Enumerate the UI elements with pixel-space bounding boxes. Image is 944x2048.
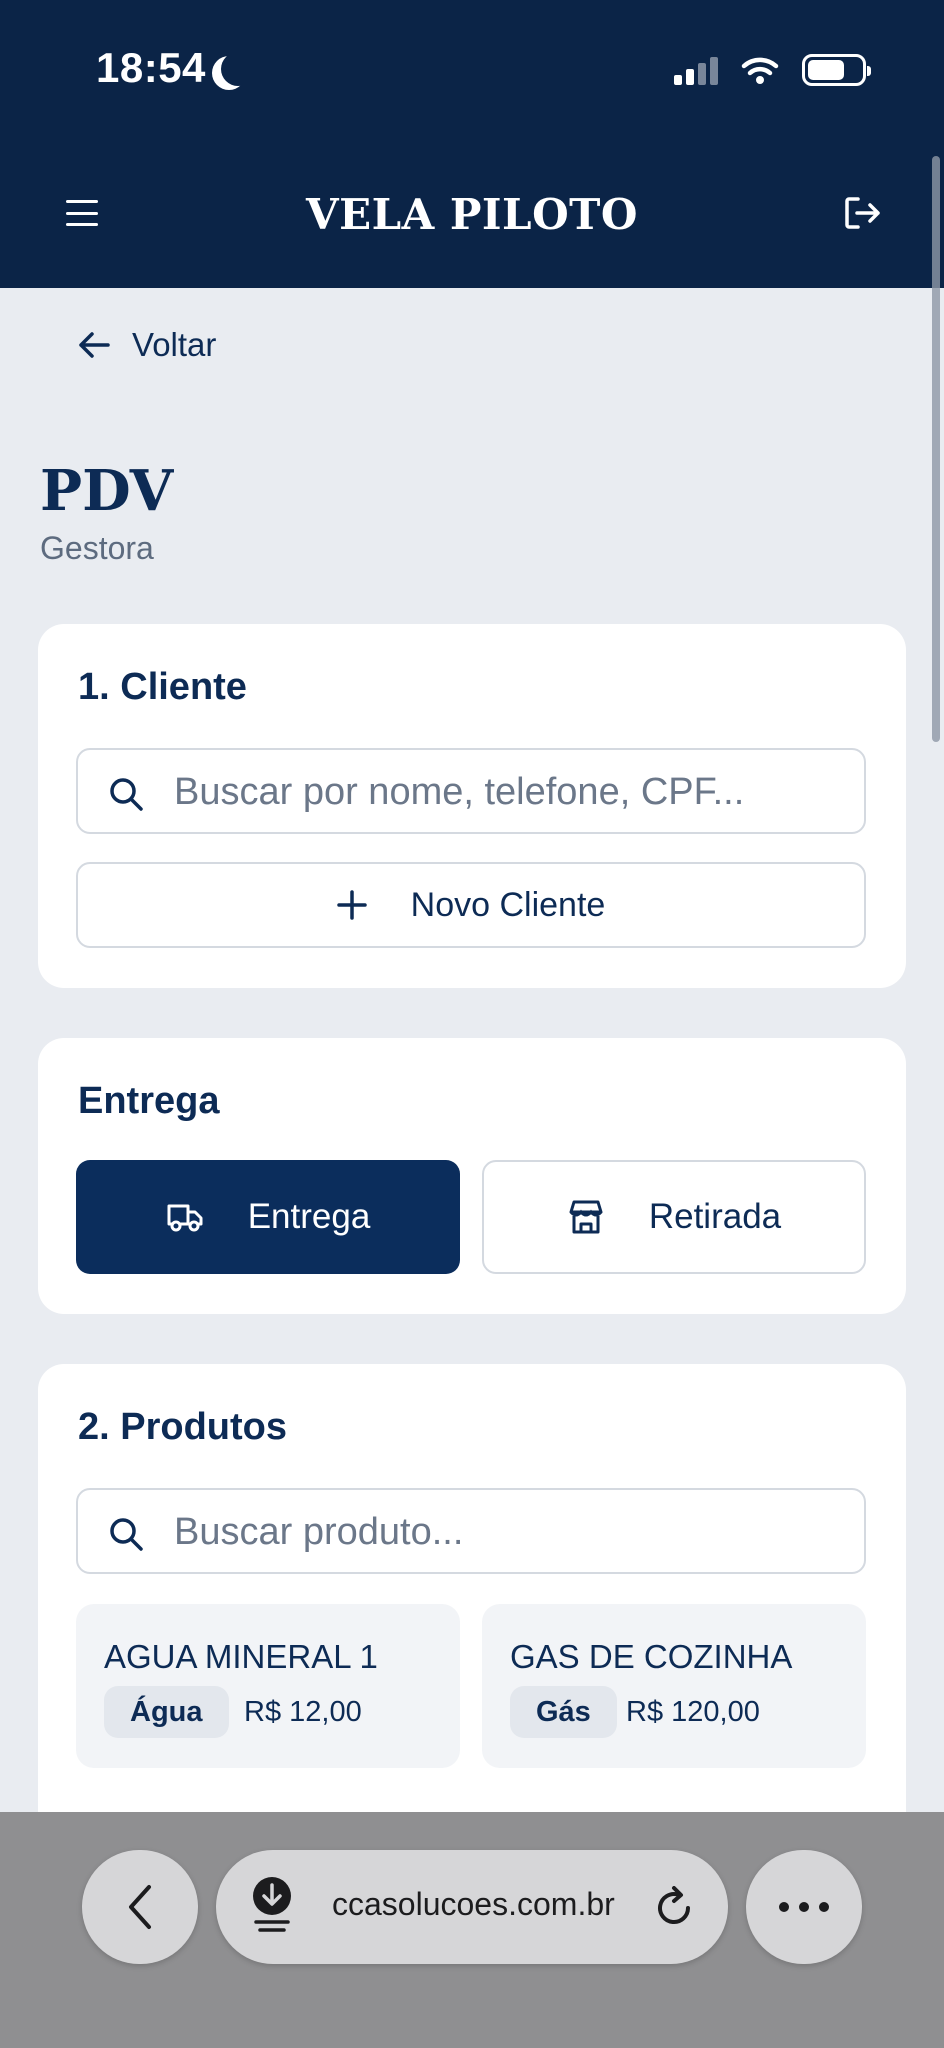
delivery-option-button[interactable]: Entrega	[76, 1160, 460, 1274]
entrega-title: Entrega	[78, 1080, 220, 1122]
produtos-title: 2. Produtos	[78, 1406, 288, 1448]
url-text: ccasolucoes.com.br	[332, 1886, 615, 1922]
delivery-option-label: Entrega	[247, 1197, 371, 1236]
product-price: R$ 12,00	[244, 1696, 362, 1728]
search-icon	[110, 1518, 143, 1551]
product-name: AGUA MINERAL 1	[104, 1638, 378, 1675]
scrollbar[interactable]	[932, 156, 940, 742]
product-category-badge: Água	[104, 1686, 229, 1738]
browser-toolbar: ccasolucoes.com.br	[0, 1812, 944, 2048]
battery-icon	[802, 54, 871, 86]
cliente-search-input[interactable]	[174, 768, 844, 816]
status-time: 18:54	[96, 44, 206, 91]
product-search-input[interactable]	[174, 1508, 844, 1556]
product-price: R$ 120,00	[626, 1696, 760, 1728]
status-icons	[674, 50, 871, 90]
more-icon	[779, 1902, 829, 1912]
address-bar[interactable]: ccasolucoes.com.br	[216, 1850, 728, 1964]
product-card[interactable]: AGUA MINERAL 1 Água R$ 12,00	[76, 1604, 460, 1768]
product-category-badge: Gás	[510, 1686, 617, 1738]
store-icon	[569, 1200, 603, 1234]
browser-back-button[interactable]	[82, 1850, 198, 1964]
page-subtitle: Gestora	[40, 530, 154, 566]
page-title: PDV	[40, 458, 174, 524]
product-card[interactable]: GAS DE COZINHA Gás R$ 120,00	[482, 1604, 866, 1768]
pickup-option-button[interactable]: Retirada	[482, 1160, 866, 1274]
search-icon	[110, 778, 143, 811]
moon-icon	[221, 52, 255, 86]
wifi-icon	[741, 57, 779, 84]
signal-icon	[674, 55, 718, 85]
produtos-card: 2. Produtos AGUA MINERAL 1 Água R$ 12,00…	[38, 1364, 906, 1884]
cliente-search-field[interactable]	[76, 748, 866, 834]
cliente-title: 1. Cliente	[78, 666, 247, 708]
truck-icon	[167, 1204, 203, 1232]
plus-icon	[336, 890, 367, 920]
entrega-card: Entrega Entrega Retirada	[38, 1038, 906, 1314]
pickup-option-label: Retirada	[648, 1197, 782, 1236]
download-icon[interactable]	[250, 1876, 294, 1934]
app-title: VELA PILOTO	[305, 190, 639, 239]
new-client-label: Novo Cliente	[410, 885, 606, 924]
new-client-button[interactable]: Novo Cliente	[76, 862, 866, 948]
product-search-field[interactable]	[76, 1488, 866, 1574]
app-header: 18:54 VELA PILOTO	[0, 0, 944, 288]
cliente-card: 1. Cliente Novo Cliente	[38, 624, 906, 988]
product-name: GAS DE COZINHA	[510, 1638, 793, 1675]
browser-more-button[interactable]	[746, 1850, 862, 1964]
chevron-left-icon	[129, 1885, 151, 1929]
logout-icon[interactable]	[844, 196, 882, 230]
back-label: Voltar	[132, 326, 217, 363]
back-link[interactable]: Voltar	[78, 326, 216, 364]
arrow-left-icon	[79, 332, 110, 358]
reload-icon[interactable]	[654, 1886, 696, 1930]
